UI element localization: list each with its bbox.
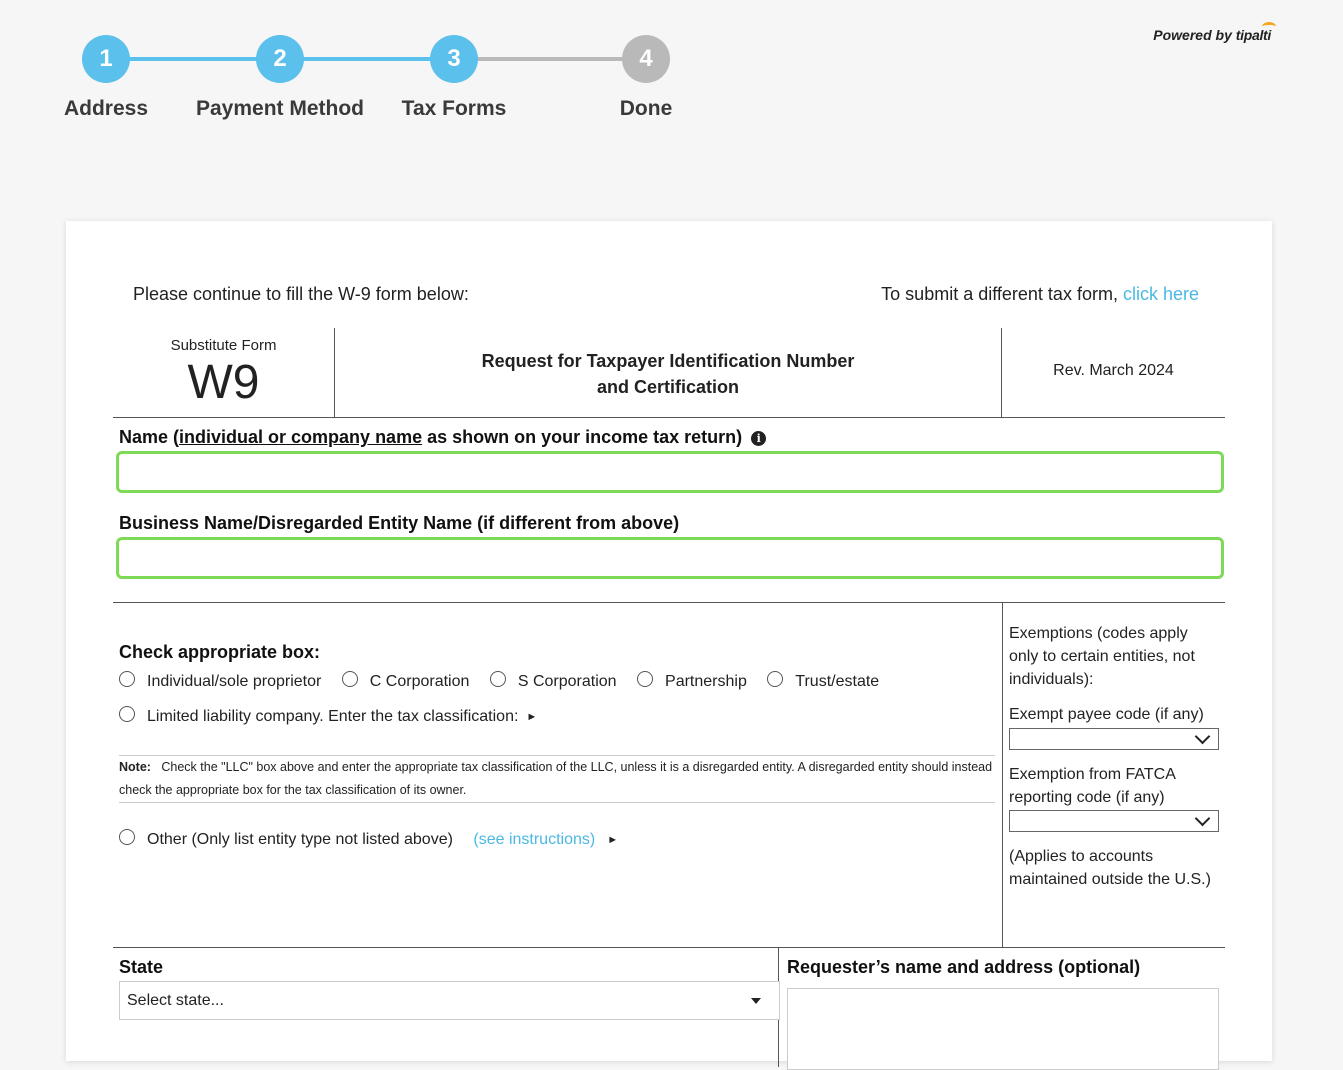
alt-form-text: To submit a different tax form, (881, 284, 1118, 304)
w9-form-card: Please continue to fill the W-9 form bel… (66, 221, 1272, 1070)
progress-stepper: 1 2 3 4 Address Payment Method Tax Forms… (0, 0, 760, 140)
step-connector (302, 57, 432, 61)
info-icon[interactable]: i (751, 431, 767, 446)
alt-form-prompt: To submit a different tax form, click he… (881, 284, 1199, 305)
note-text: Check the "LLC" box above and enter the … (119, 760, 993, 797)
step-connector (476, 57, 624, 61)
caret-down-icon (751, 998, 761, 1004)
fatca-applies-note: (Applies to accounts maintained outside … (1009, 848, 1211, 888)
name-label: Name (individual or company name as show… (119, 427, 767, 448)
radio-s-corporation[interactable]: S Corporation (489, 671, 617, 691)
powered-by: Powered by tipalti (1153, 22, 1276, 43)
radio-button[interactable] (489, 671, 506, 687)
arrow-right-icon: ► (526, 711, 538, 723)
form-title: Request for Taxpayer Identification Numb… (335, 348, 1001, 400)
see-instructions-link[interactable]: (see instructions) (473, 831, 595, 848)
divider (113, 947, 1225, 948)
step-connector (128, 57, 258, 61)
step-4-label: Done (619, 97, 673, 120)
form-title-cell: Request for Taxpayer Identification Numb… (335, 328, 1002, 417)
requester-label: Requester’s name and address (optional) (787, 957, 1141, 977)
chevron-down-icon (1194, 728, 1211, 745)
step-3-label[interactable]: Tax Forms (402, 97, 507, 121)
step-1-circle[interactable]: 1 (82, 35, 130, 83)
form-subtitle: Substitute Form (170, 337, 277, 354)
step-4-circle: 4 (622, 35, 670, 83)
radio-other[interactable]: Other (Only list entity type not listed … (119, 829, 618, 849)
radio-trust-estate-label: Trust/estate (795, 673, 880, 690)
powered-by-text: Powered by (1153, 27, 1232, 43)
radio-individual-label: Individual/sole proprietor (147, 673, 322, 690)
divider (119, 802, 995, 803)
radio-other-label: Other (Only list entity type not listed … (147, 831, 453, 848)
form-revision-cell: Rev. March 2024 (1002, 328, 1225, 417)
form-title-line2: and Certification (596, 377, 739, 397)
form-title-line1: Request for Taxpayer Identification Numb… (481, 351, 855, 371)
radio-button[interactable] (637, 671, 654, 687)
classification-options: Individual/sole proprietor C Corporation… (119, 671, 895, 691)
radio-llc-label: Limited liability company. Enter the tax… (147, 708, 519, 725)
form-id-cell: Substitute Form W9 (113, 328, 335, 417)
step-2-circle[interactable]: 2 (256, 35, 304, 83)
arrow-right-icon: ► (607, 834, 619, 846)
fatca-select[interactable] (1009, 810, 1219, 832)
radio-partnership[interactable]: Partnership (637, 671, 747, 691)
exempt-payee-select[interactable] (1009, 728, 1219, 750)
form-name: W9 (187, 356, 260, 409)
tipalti-logo: tipalti (1236, 22, 1276, 43)
business-name-input[interactable] (116, 537, 1224, 579)
radio-llc[interactable]: Limited liability company. Enter the tax… (119, 706, 537, 726)
requester-textarea[interactable] (787, 988, 1219, 1070)
radio-s-corporation-label: S Corporation (517, 673, 617, 690)
form-header: Substitute Form W9 Request for Taxpayer … (113, 328, 1225, 418)
state-select-placeholder: Select state... (127, 992, 224, 1009)
radio-button[interactable] (119, 829, 135, 845)
radio-individual[interactable]: Individual/sole proprietor (119, 671, 321, 691)
name-label-underlined: individual or company name (179, 427, 423, 447)
radio-button[interactable] (119, 671, 135, 687)
name-input[interactable] (116, 451, 1224, 493)
exemptions-intro: Exemptions (codes apply only to certain … (1009, 625, 1195, 688)
business-name-label: Business Name/Disregarded Entity Name (i… (119, 513, 680, 533)
state-select[interactable]: Select state... (119, 981, 780, 1020)
intro-text: Please continue to fill the W-9 form bel… (133, 284, 469, 304)
step-1-label[interactable]: Address (64, 97, 148, 121)
radio-c-corporation[interactable]: C Corporation (341, 671, 470, 691)
name-label-prefix: Name ( (119, 427, 180, 447)
exempt-payee-label: Exempt payee code (if any) (1009, 706, 1204, 723)
radio-button[interactable] (341, 671, 358, 687)
note-label: Note: (119, 760, 151, 774)
radio-button[interactable] (767, 671, 784, 687)
click-here-link[interactable]: click here (1123, 284, 1199, 304)
radio-partnership-label: Partnership (665, 673, 747, 690)
chevron-down-icon (1194, 810, 1211, 827)
radio-c-corporation-label: C Corporation (369, 673, 470, 690)
radio-button[interactable] (119, 706, 135, 722)
state-label: State (119, 957, 164, 977)
classification-title: Check appropriate box: (119, 642, 321, 662)
llc-note: Note: Check the "LLC" box above and ente… (119, 756, 995, 802)
divider (113, 602, 1225, 603)
name-label-suffix: as shown on your income tax return) (422, 427, 743, 447)
step-3-circle[interactable]: 3 (430, 35, 478, 83)
fatca-label: Exemption from FATCA reporting code (if … (1009, 766, 1175, 806)
radio-trust-estate[interactable]: Trust/estate (767, 671, 879, 691)
form-revision: Rev. March 2024 (1053, 362, 1174, 379)
step-2-label[interactable]: Payment Method (196, 97, 364, 121)
divider (1002, 602, 1003, 947)
